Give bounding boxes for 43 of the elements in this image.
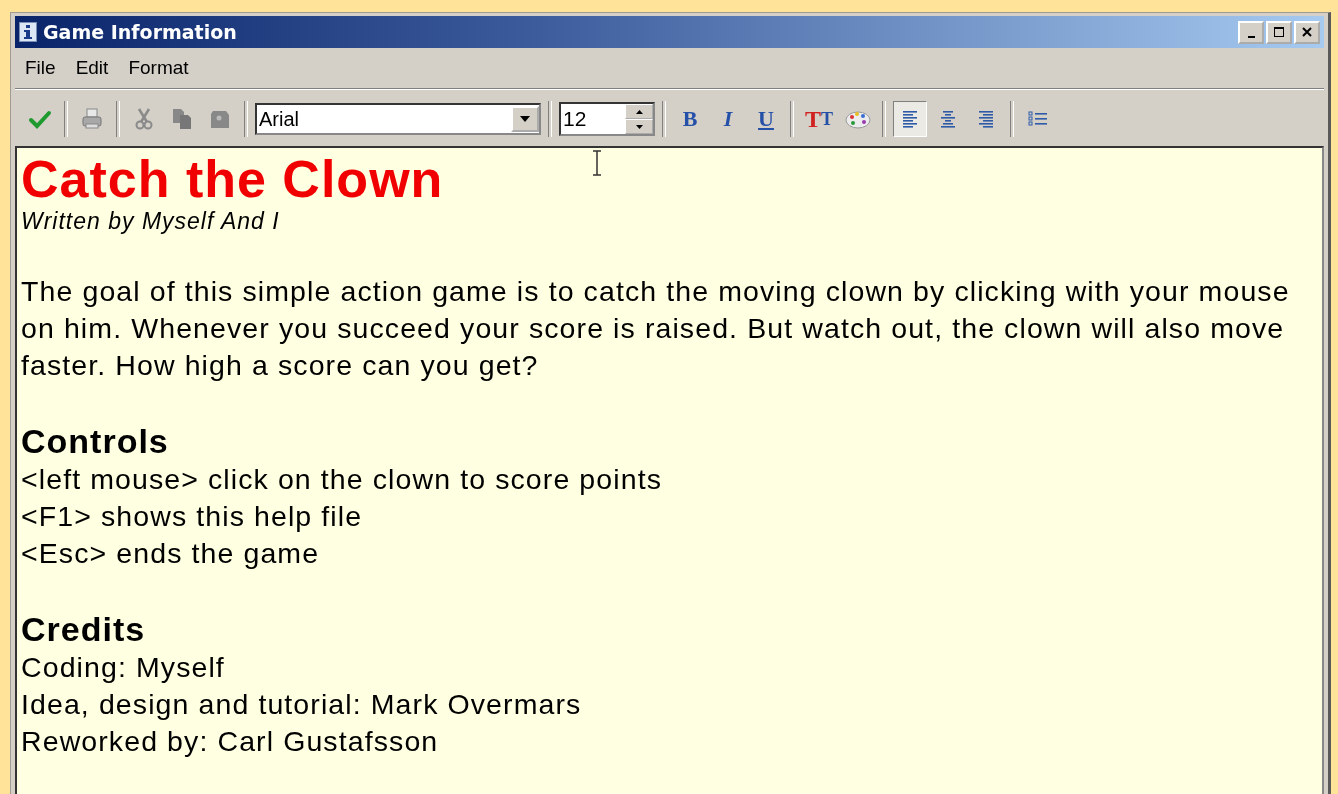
document-paragraph: Idea, design and tutorial: Mark Overmars xyxy=(21,687,583,722)
document-paragraph: Coding: Myself xyxy=(21,650,226,685)
italic-button[interactable]: I xyxy=(711,101,745,137)
document-paragraph: Reworked by: Carl Gustafsson xyxy=(21,724,440,759)
align-left-button[interactable] xyxy=(893,101,928,137)
bullet-list-icon xyxy=(1028,110,1049,128)
copy-icon xyxy=(170,107,194,131)
document-paragraph: <Esc> ends the game xyxy=(21,536,321,571)
dropdown-arrow-icon xyxy=(519,115,531,123)
info-icon xyxy=(19,22,37,42)
checkmark-icon xyxy=(28,109,52,129)
printer-icon xyxy=(80,107,104,131)
menu-item[interactable]: File xyxy=(25,57,56,79)
underline-button[interactable]: U xyxy=(749,101,783,137)
bold-button[interactable]: B xyxy=(673,101,707,137)
document-heading: Credits xyxy=(21,609,147,649)
align-right-icon xyxy=(978,110,995,128)
maximize-icon xyxy=(1273,26,1285,38)
menu-item[interactable]: Edit xyxy=(75,57,109,79)
document-byline: Written by Myself And I xyxy=(21,207,281,236)
minimize-button[interactable] xyxy=(1238,20,1264,44)
close-icon xyxy=(1301,26,1313,38)
scissors-icon xyxy=(133,107,155,131)
font-dropdown[interactable]: Arial xyxy=(255,103,541,135)
document-heading: Controls xyxy=(21,421,170,461)
align-center-icon xyxy=(940,110,957,128)
document-title: Catch the Clown xyxy=(21,152,444,206)
close-button[interactable] xyxy=(1294,20,1320,44)
document-paragraph: The goal of this simple action game is to catch the moving clown by clicking with your mouse on him. Whenever you succeed your score is raised. But watch out, the clown will also move faster. How high a score can you get? xyxy=(21,274,1291,383)
maximize-button[interactable] xyxy=(1266,20,1292,44)
font-size-spinner[interactable]: 12 xyxy=(559,102,655,136)
palette-icon xyxy=(845,108,872,130)
down-arrow-icon xyxy=(635,124,643,129)
menu-item[interactable]: Format xyxy=(128,57,189,79)
text-cursor-icon xyxy=(592,150,602,176)
document-paragraph: <left mouse> click on the clown to score points xyxy=(21,462,663,497)
window-title: Game Information xyxy=(43,21,237,43)
align-left-icon xyxy=(902,110,919,128)
document-area[interactable] xyxy=(15,146,1324,794)
minimize-icon xyxy=(1247,36,1255,38)
up-arrow-icon xyxy=(635,109,643,114)
font-color-button[interactable]: TT xyxy=(801,101,838,137)
document-paragraph: <F1> shows this help file xyxy=(21,499,364,534)
